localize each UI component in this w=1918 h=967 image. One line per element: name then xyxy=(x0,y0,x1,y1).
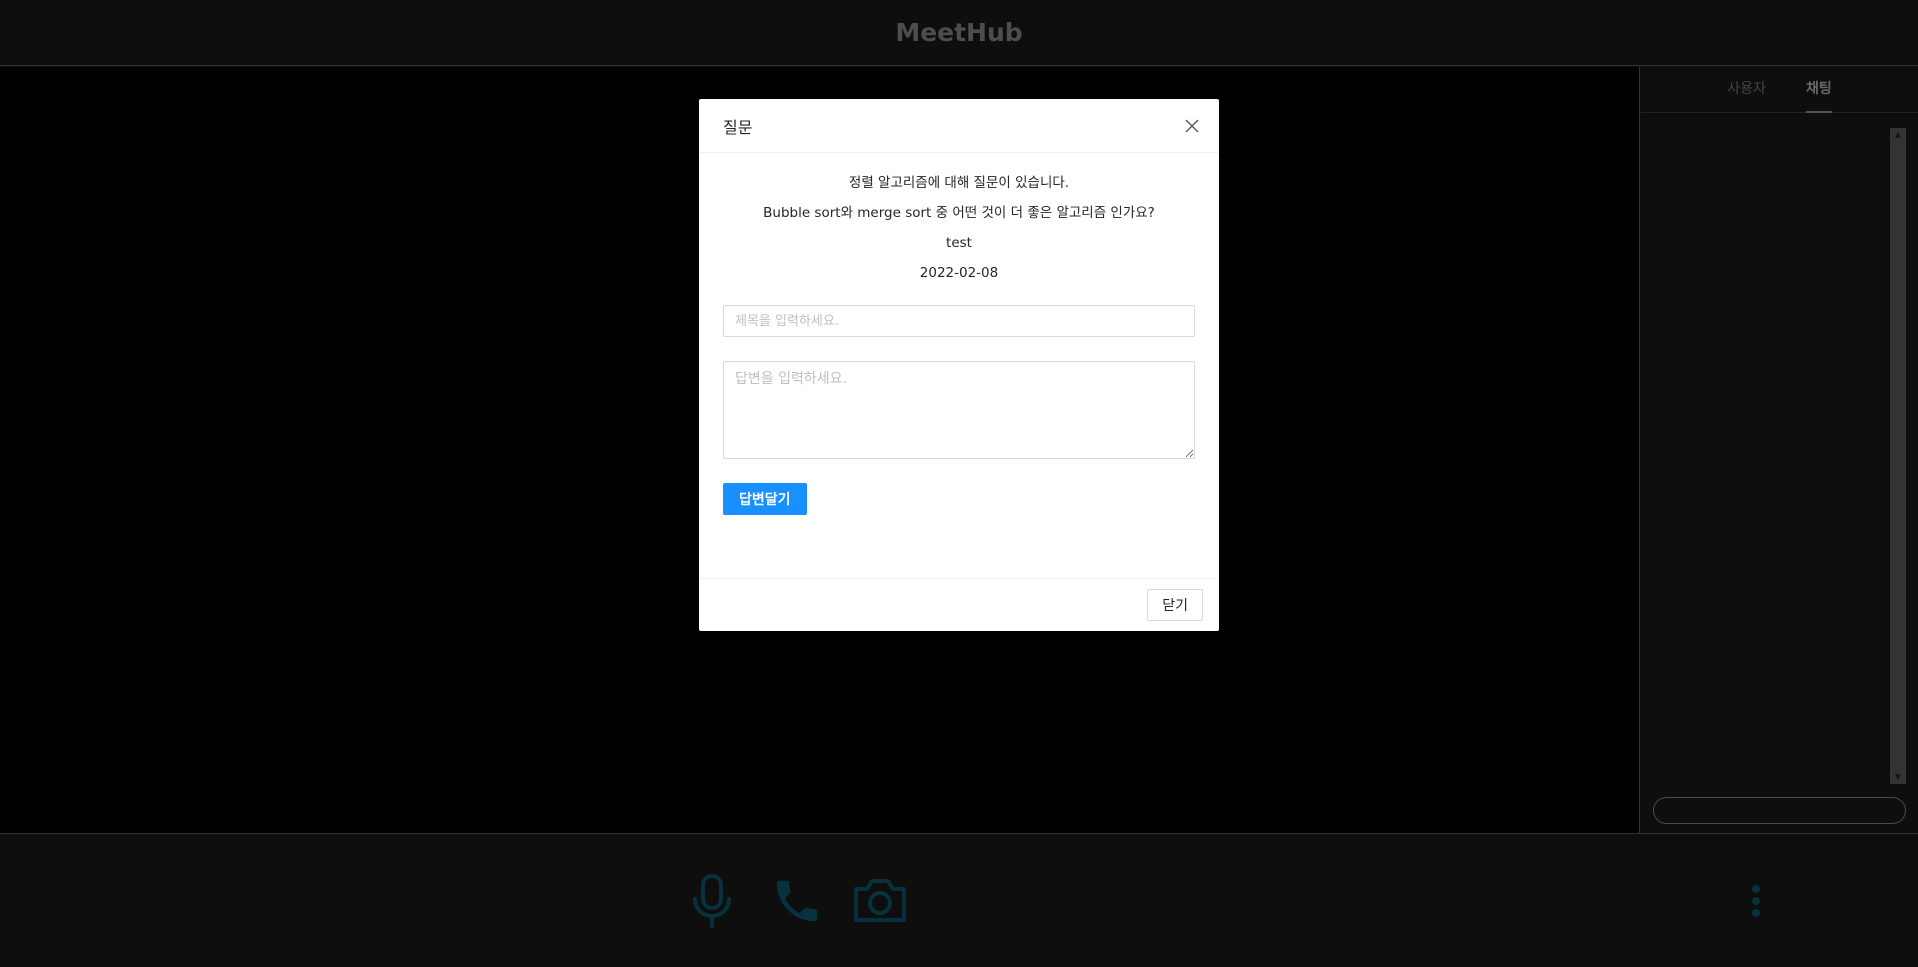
modal-body: 정렬 알고리즘에 대해 질문이 있습니다. Bubble sort와 merge… xyxy=(699,153,1219,515)
submit-answer-button[interactable]: 답변달기 xyxy=(723,483,807,515)
close-icon xyxy=(1185,119,1199,133)
question-modal: 질문 정렬 알고리즘에 대해 질문이 있습니다. Bubble sort와 me… xyxy=(699,99,1219,631)
answer-body-textarea[interactable] xyxy=(723,361,1195,459)
close-button[interactable]: 닫기 xyxy=(1147,589,1203,621)
modal-close-button[interactable] xyxy=(1181,115,1203,137)
question-date: 2022-02-08 xyxy=(919,265,999,281)
modal-footer: 닫기 xyxy=(699,578,1219,631)
question-title: 정렬 알고리즘에 대해 질문이 있습니다. xyxy=(848,175,1070,191)
answer-title-input[interactable] xyxy=(723,305,1195,337)
modal-header: 질문 xyxy=(699,99,1219,153)
question-content: Bubble sort와 merge sort 중 어떤 것이 더 좋은 알고리… xyxy=(763,205,1155,221)
modal-title: 질문 xyxy=(723,117,753,137)
question-author: test xyxy=(946,235,972,251)
